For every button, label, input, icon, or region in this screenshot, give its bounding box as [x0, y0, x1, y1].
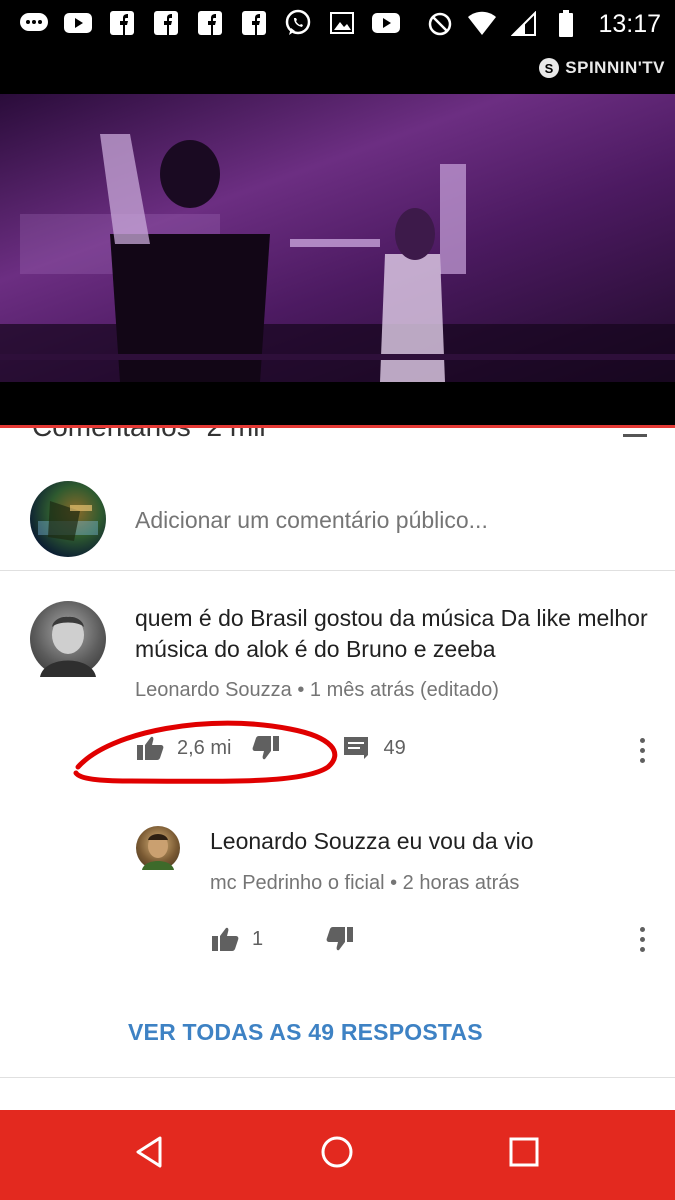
whatsapp-icon: [282, 8, 314, 38]
channel-watermark: S SPINNIN'TV: [539, 58, 665, 78]
youtube-icon: [62, 8, 94, 38]
system-icons: 13:17: [424, 8, 661, 40]
video-frame[interactable]: [0, 94, 675, 382]
video-progress-line: [0, 425, 675, 428]
gallery-icon: [326, 8, 358, 38]
thumbs-up-icon[interactable]: [210, 924, 240, 954]
reply-actions: 1: [210, 924, 355, 954]
avatar[interactable]: [30, 601, 106, 677]
battery-icon: [550, 9, 582, 39]
divider: [0, 1077, 675, 1078]
notification-icons: [18, 8, 402, 38]
add-comment-input[interactable]: Adicionar um comentário público...: [135, 507, 488, 534]
recents-icon[interactable]: [504, 1132, 544, 1172]
add-comment-row[interactable]: Adicionar um comentário público...: [0, 475, 675, 571]
home-icon[interactable]: [317, 1132, 357, 1172]
reply-time: 2 horas atrás: [402, 872, 520, 894]
reply-item: Leonardo Souzza eu vou da vio mc Pedrinh…: [0, 820, 675, 980]
signal-icon: [508, 9, 540, 39]
comment-time: 1 mês atrás (editado): [309, 679, 499, 701]
comment-author[interactable]: Leonardo Souzza: [135, 679, 292, 701]
comment-text: quem é do Brasil gostou da música Da lik…: [135, 605, 648, 662]
comments-section[interactable]: Comentários 2 mil Adicionar um comentári…: [0, 425, 675, 1110]
clock: 13:17: [598, 9, 661, 38]
more-options-icon[interactable]: [633, 924, 651, 954]
meta-separator: •: [390, 872, 403, 894]
like-count: 1: [252, 927, 264, 950]
view-all-replies-link[interactable]: VER TODAS AS 49 RESPOSTAS: [128, 1019, 483, 1046]
spinnin-logo-icon: S: [539, 58, 560, 78]
back-icon[interactable]: [130, 1132, 170, 1172]
messages-icon: [18, 8, 50, 38]
reply-meta: mc Pedrinho o ficial • 2 horas atrás: [210, 872, 519, 895]
facebook-icon: [150, 8, 182, 38]
facebook-icon: [194, 8, 226, 38]
status-bar: 13:17: [0, 0, 675, 50]
block-icon: [424, 9, 456, 39]
video-player[interactable]: S SPINNIN'TV: [0, 50, 675, 425]
avatar[interactable]: [136, 826, 180, 870]
youtube-icon: [370, 8, 402, 38]
facebook-icon: [238, 8, 270, 38]
reply-count: 49: [383, 736, 406, 759]
navigation-bar: [0, 1110, 675, 1200]
facebook-icon: [106, 8, 138, 38]
wifi-icon: [466, 9, 498, 39]
meta-separator: •: [297, 679, 310, 701]
avatar: [30, 481, 106, 557]
watermark-text: SPINNIN'TV: [565, 58, 665, 77]
thumbs-down-icon[interactable]: [325, 924, 355, 954]
reply-author[interactable]: mc Pedrinho o ficial: [210, 872, 385, 894]
reply-text: Leonardo Souzza eu vou da vio: [210, 828, 534, 854]
more-options-icon[interactable]: [633, 735, 651, 765]
reply-comment-icon[interactable]: [341, 733, 371, 763]
comment-meta: Leonardo Souzza • 1 mês atrás (editado): [135, 679, 499, 702]
red-annotation-circle: [73, 720, 338, 784]
video-scene: [0, 134, 675, 382]
